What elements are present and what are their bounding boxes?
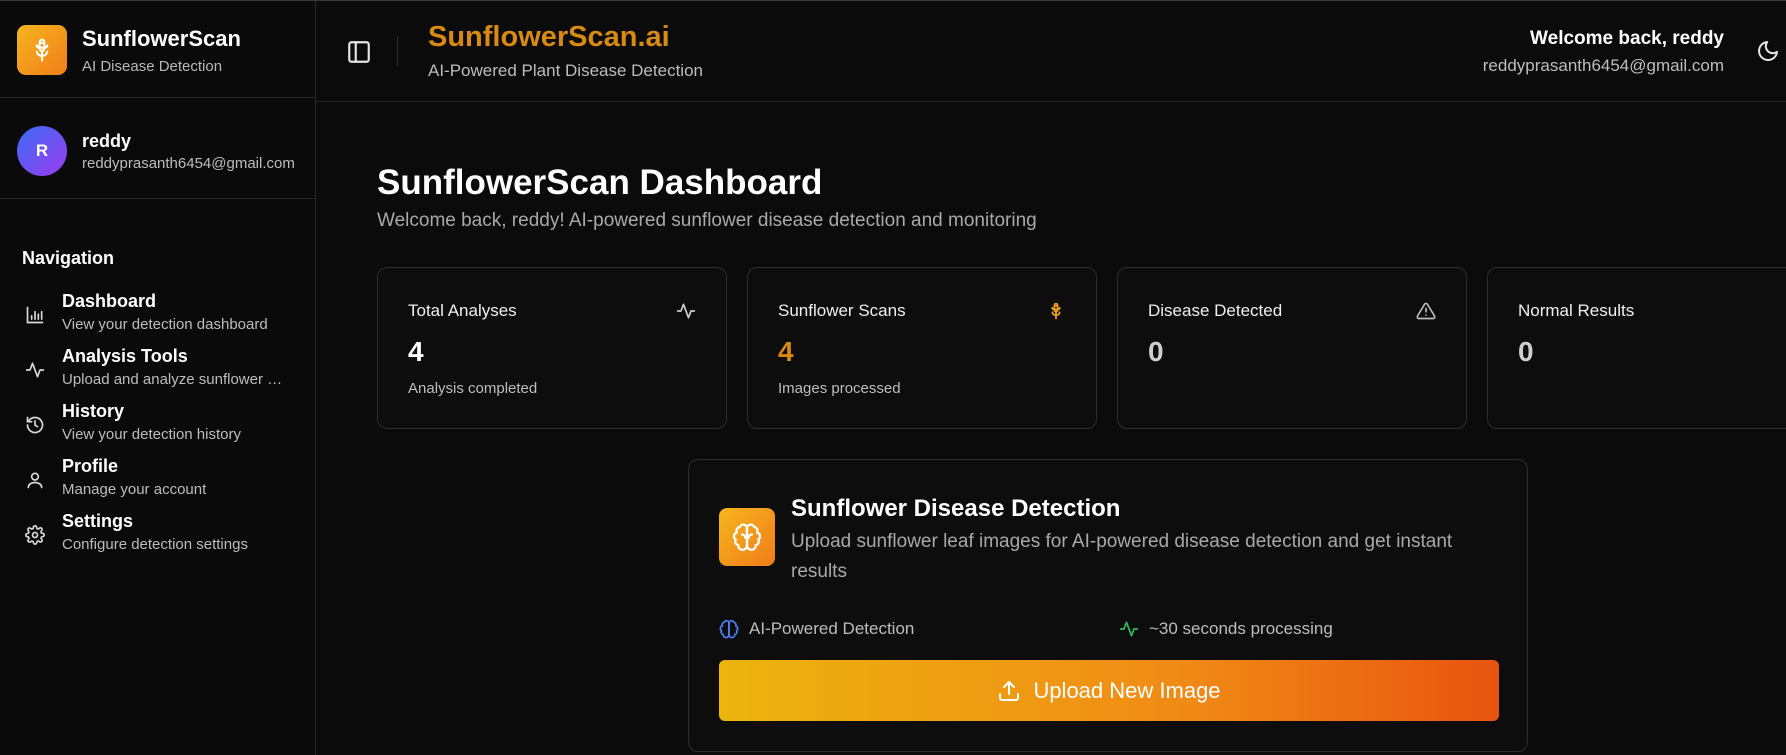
sidebar-item-desc: Manage your account [62,481,207,498]
sidebar-item-label: Analysis Tools [62,346,188,366]
activity-icon [1119,621,1139,637]
stat-card-sunflower-scans: Sunflower Scans 4 Images processed [747,267,1097,429]
brand-name: SunflowerScan [82,26,241,51]
stat-card-disease-detected: Disease Detected 0 [1117,267,1467,429]
brain-icon [719,619,739,639]
upload-button-label: Upload New Image [1033,677,1221,703]
avatar: R [17,126,67,176]
upload-icon [999,680,1020,701]
detection-title: Sunflower Disease Detection [791,495,1121,522]
nav-title: Navigation [22,248,115,268]
header-email: reddyprasanth6454@gmail.com [1482,56,1724,75]
sidebar-item-settings[interactable]: Settings Configure detection settings [22,511,302,563]
feature-processing-time: ~30 seconds processing [1119,617,1333,641]
welcome-text: Welcome back, reddy [1530,28,1724,49]
page-subtitle: Welcome back, reddy! AI-powered sunflowe… [377,210,1037,231]
alert-triangle-icon [1416,302,1436,320]
sidebar-item-desc: Upload and analyze sunflower leaf images [62,371,284,388]
user-email: reddyprasanth6454@gmail.com [82,155,295,172]
header-divider [397,36,398,66]
user-icon [27,472,43,489]
sidebar-item-label: Settings [62,511,134,531]
page-title: SunflowerScan Dashboard [377,163,823,202]
upload-new-image-button[interactable]: Upload New Image [719,660,1499,721]
feature-label: ~30 seconds processing [1149,619,1333,638]
sidebar-item-analysis-tools[interactable]: Analysis Tools Upload and analyze sunflo… [22,346,302,398]
sunflower-icon [17,25,67,75]
sidebar-item-desc: Configure detection settings [62,536,248,553]
brand-subtitle: AI Disease Detection [82,58,223,75]
sidebar-toggle-icon[interactable] [346,39,372,65]
stat-note: Images processed [778,380,901,397]
stat-label: Sunflower Scans [778,301,906,320]
sidebar-item-dashboard[interactable]: Dashboard View your detection dashboard [22,291,302,343]
stat-value: 0 [1148,336,1164,367]
stat-label: Normal Results [1518,301,1635,320]
app-root: SunflowerScan AI Disease Detection R red… [0,0,1786,755]
feature-label: AI-Powered Detection [749,619,915,638]
stat-label: Total Analyses [408,301,517,320]
stat-value: 4 [408,336,424,367]
history-icon [26,416,44,434]
brand-header: SunflowerScan AI Disease Detection [0,1,315,98]
stat-card-normal-results: Normal Results 0 [1487,267,1786,429]
gear-icon [25,525,45,545]
activity-icon [676,303,696,319]
sidebar-item-history[interactable]: History View your detection history [22,401,302,453]
stat-note: Analysis completed [408,380,538,397]
stat-card-total-analyses: Total Analyses 4 Analysis completed [377,267,727,429]
main-content: SunflowerScan Dashboard Welcome back, re… [316,102,1786,755]
sunflower-icon [1051,302,1061,320]
sidebar-item-profile[interactable]: Profile Manage your account [22,456,302,508]
app-title: SunflowerScan.ai [428,21,670,53]
activity-icon [25,362,45,378]
brain-icon [719,508,775,566]
stat-value: 4 [778,336,794,367]
moon-icon[interactable] [1756,39,1780,63]
stat-label: Disease Detected [1148,301,1283,320]
bar-chart-icon [26,306,44,324]
sidebar-item-label: History [62,401,125,421]
stat-value: 0 [1518,336,1534,367]
sidebar-item-desc: View your detection dashboard [62,316,268,333]
user-name: reddy [82,131,132,151]
sidebar-item-label: Profile [62,456,119,476]
top-header: SunflowerScan.ai AI-Powered Plant Diseas… [316,1,1786,102]
sidebar: SunflowerScan AI Disease Detection R red… [0,1,316,755]
sidebar-item-desc: View your detection history [62,426,241,443]
disease-detection-card: Sunflower Disease Detection Upload sunfl… [688,459,1528,752]
user-card[interactable]: R reddy reddyprasanth6454@gmail.com [0,98,315,199]
detection-description: Upload sunflower leaf images for AI-powe… [791,531,1453,582]
feature-ai-detection: AI-Powered Detection [719,617,914,641]
app-subtitle: AI-Powered Plant Disease Detection [428,61,703,80]
sidebar-item-label: Dashboard [62,291,157,311]
